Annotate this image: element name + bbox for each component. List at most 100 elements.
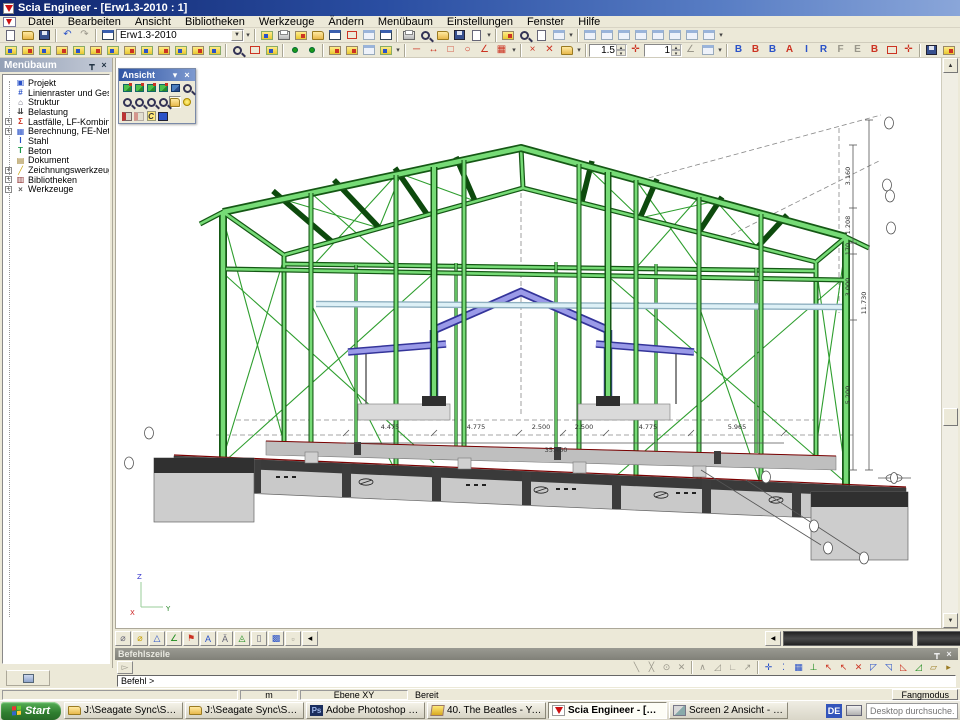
label2-display-icon[interactable]: Ä [217,631,233,646]
menu-einstellungen[interactable]: Einstellungen [440,16,520,28]
window-layout-icon-5[interactable] [649,28,666,42]
sidebar-item-werkzeuge[interactable]: +×Werkzeuge [5,185,109,195]
palette-close-icon[interactable]: × [181,70,193,81]
axis-dropdown-icon[interactable]: ▾ [394,43,402,57]
edit-dropdown-icon[interactable]: ▾ [575,43,583,57]
hinge-tool-icon[interactable]: A [781,43,798,57]
snap-center-icon[interactable]: ⊙ [659,661,674,674]
axis-tool-icon-2[interactable] [343,43,360,57]
snap-folder-icon[interactable]: ▱ [926,661,941,674]
annotate-dropdown-icon[interactable]: ▾ [716,43,724,57]
picture-icon[interactable] [360,28,377,42]
select-tool-icon[interactable] [229,43,246,57]
snap-peak-icon[interactable]: ∧ [695,661,710,674]
connect-tool-icon[interactable]: B [866,43,883,57]
load-tool-icon-3[interactable]: F [832,43,849,57]
snap-grid-icon[interactable]: ⁚ [776,661,791,674]
desktop-search-input[interactable] [866,703,958,719]
axis-display-icon[interactable]: ∠ [166,631,182,646]
language-indicator[interactable]: DE [826,704,842,718]
project-window-button[interactable] [99,28,116,42]
start-button[interactable]: Start [1,702,61,720]
taskbar-item-paint[interactable]: Screen 2 Ansicht - Paint [669,702,788,719]
clipboard-icon[interactable] [309,28,326,42]
axis-tool-icon-4[interactable] [377,43,394,57]
project-combo[interactable]: Erw1.3-2010 ▼ [116,29,244,42]
command-panel-header[interactable]: Befehlszeile ┳ × [115,648,958,660]
member-tool-icon-2[interactable] [19,43,36,57]
cut-tool-icon[interactable]: ✕ [541,43,558,57]
view-axo-icon[interactable] [157,82,169,94]
member-tool-icon-9[interactable] [138,43,155,57]
node-tool-icon-2[interactable] [303,43,320,57]
clip-box-icon[interactable] [121,110,133,122]
print-group-dropdown-icon[interactable]: ▾ [485,28,493,42]
view-params-icon[interactable]: C [145,110,157,122]
menu-hilfe[interactable]: Hilfe [571,16,607,28]
snap-dir-icon[interactable]: ↗ [740,661,755,674]
pin-icon[interactable]: ┳ [86,60,98,71]
activity-icon[interactable] [292,28,309,42]
member-tool-icon-13[interactable] [206,43,223,57]
sidebar-item-dokument[interactable]: ▤Dokument [5,156,109,166]
sidebar-item-beton[interactable]: TBeton [5,146,109,156]
tools-dropdown-icon[interactable]: ▾ [567,28,575,42]
mesh-display-icon[interactable]: ◬ [234,631,250,646]
taskbar-item-folder-2[interactable]: J:\Seagate Sync\SyncRe... [185,702,304,719]
load-tool-icon-2[interactable]: R [815,43,832,57]
status-unit-cell[interactable]: m [240,690,298,700]
combo-overflow-icon[interactable]: ▾ [244,28,252,42]
taskbar-item-scia[interactable]: Scia Engineer - [Erw1... [548,702,667,719]
command-close-icon[interactable]: × [943,649,955,660]
snap-perp-icon[interactable]: ⊥ [806,661,821,674]
redo-button[interactable]: ↷ [76,28,93,42]
window-layout-icon-8[interactable] [700,28,717,42]
scroll-up-icon[interactable]: ▲ [943,58,958,73]
zoom-out-icon[interactable] [121,96,133,108]
render-light-icon[interactable] [181,96,193,108]
support-tool-icon-3[interactable]: B [764,43,781,57]
snap-node-icon[interactable]: ↖ [821,661,836,674]
collapse-toolbar-icon[interactable]: ◂ [302,631,318,646]
draw-rect-icon[interactable]: □ [442,43,459,57]
member-tool-icon-1[interactable] [2,43,19,57]
snap-raster-icon[interactable]: ▦ [791,661,806,674]
menu-bibliotheken[interactable]: Bibliotheken [178,16,252,28]
member-tool-icon-10[interactable] [155,43,172,57]
command-input[interactable]: Befehl > [117,675,956,687]
node-display-icon[interactable]: △ [149,631,165,646]
command-pin-icon[interactable]: ┳ [931,649,943,660]
colors-display-icon[interactable]: ▩ [268,631,284,646]
menu-datei[interactable]: Datei [21,16,61,28]
sidebar-item-struktur[interactable]: ⌂Struktur [5,97,109,107]
member-tool-icon-12[interactable] [189,43,206,57]
member-tool-icon-8[interactable] [121,43,138,57]
draw-line-icon[interactable]: ─ [408,43,425,57]
menu-ansicht[interactable]: Ansicht [128,16,178,28]
window-layout-icon-6[interactable] [666,28,683,42]
rendered-icon[interactable]: ⌀ [132,631,148,646]
rotate-slider-1[interactable] [783,631,913,646]
title-bar[interactable]: Scia Engineer - [Erw1.3-2010 : 1] [0,0,960,16]
draw-dropdown-icon[interactable]: ▾ [510,43,518,57]
document-icon[interactable] [377,28,394,42]
flag-display-icon[interactable]: ⚑ [183,631,199,646]
vertical-scroll-thumb[interactable] [943,408,958,426]
snap-mid-icon[interactable]: ✕ [851,661,866,674]
window-layout-icon-3[interactable] [615,28,632,42]
status-plane-cell[interactable]: Ebene XY [300,690,408,700]
open-button[interactable] [19,28,36,42]
surface-display-icon[interactable]: ▯ [251,631,267,646]
load-tool-icon-1[interactable]: I [798,43,815,57]
folder-edit-icon[interactable] [558,43,575,57]
save-view-icon[interactable] [923,43,940,57]
window-layout-icon-4[interactable] [632,28,649,42]
delete-tool-icon[interactable]: × [524,43,541,57]
library-button[interactable] [434,28,451,42]
menu-aendern[interactable]: Ändern [321,16,370,28]
menu-tree-header[interactable]: Menübaum ┳ × [0,58,112,72]
menu-bearbeiten[interactable]: Bearbeiten [61,16,128,28]
node-tool-icon-1[interactable] [286,43,303,57]
print-button[interactable] [400,28,417,42]
factor-stepper[interactable]: ▴▾ [644,44,682,57]
